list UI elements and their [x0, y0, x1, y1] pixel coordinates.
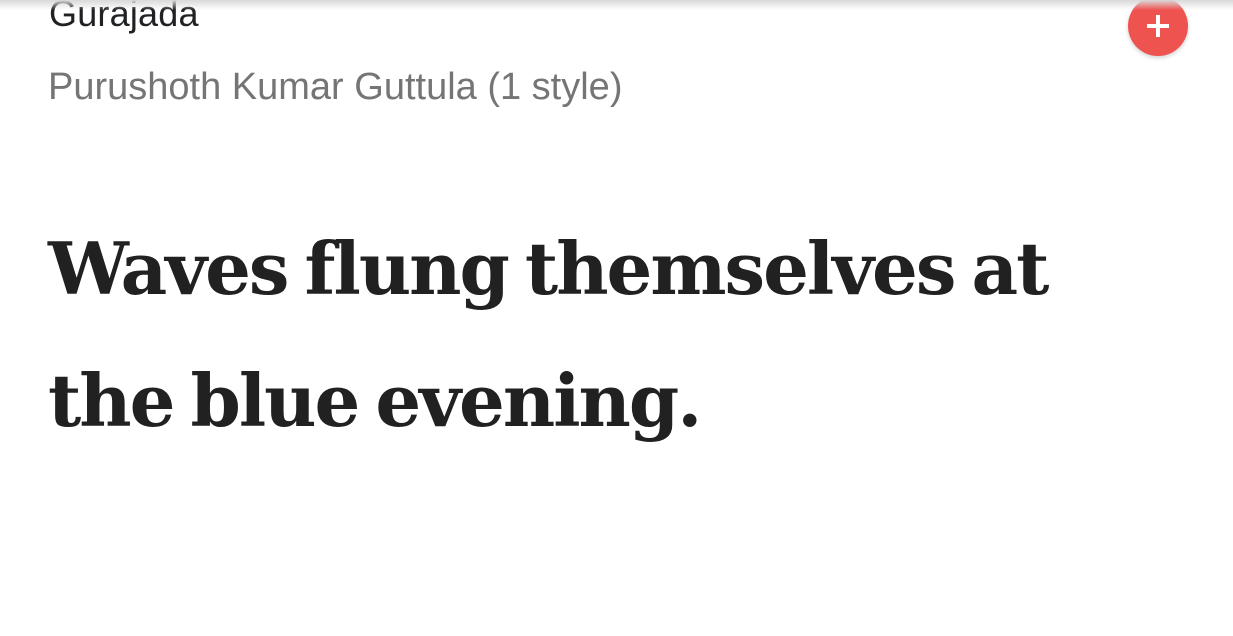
font-designer: Purushoth Kumar Guttula (1 style) [48, 66, 623, 108]
font-sample-text: Waves flung themselves at the blue eveni… [48, 226, 1049, 443]
toolbar-shadow [0, 0, 1233, 10]
font-card: Gurajada Purushoth Kumar Guttula (1 styl… [0, 0, 1233, 636]
plus-icon [1147, 15, 1169, 37]
